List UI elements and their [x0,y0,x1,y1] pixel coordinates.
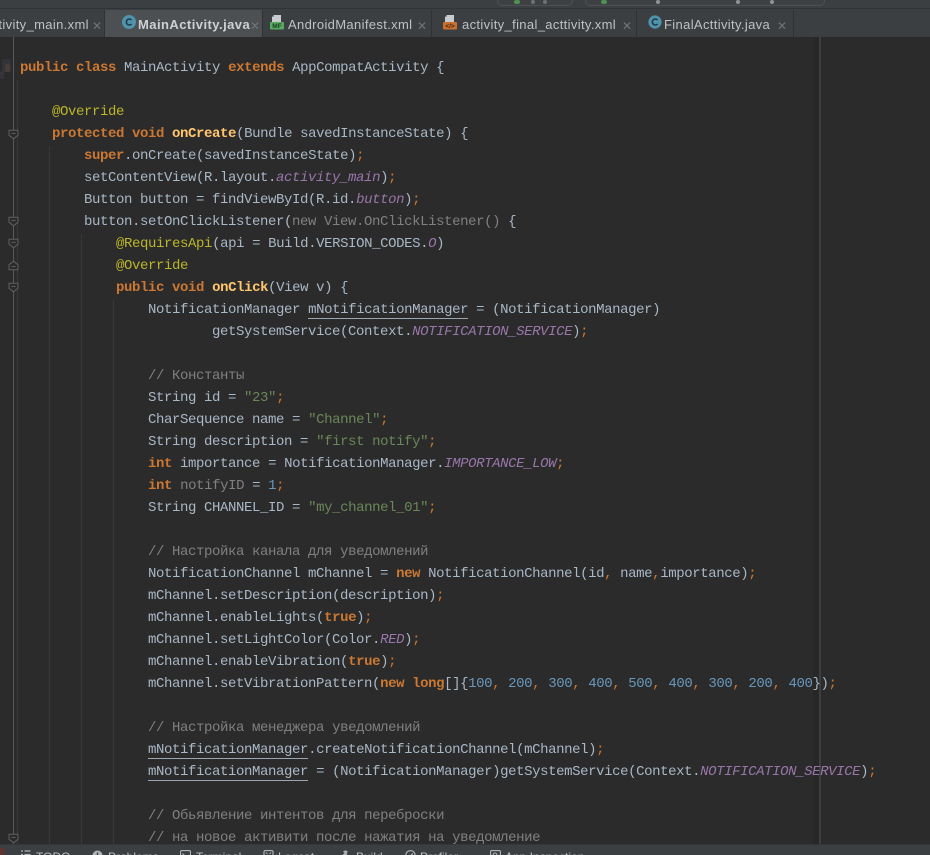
svg-text:</>: </> [445,23,455,30]
svg-text:MF: MF [272,23,281,30]
